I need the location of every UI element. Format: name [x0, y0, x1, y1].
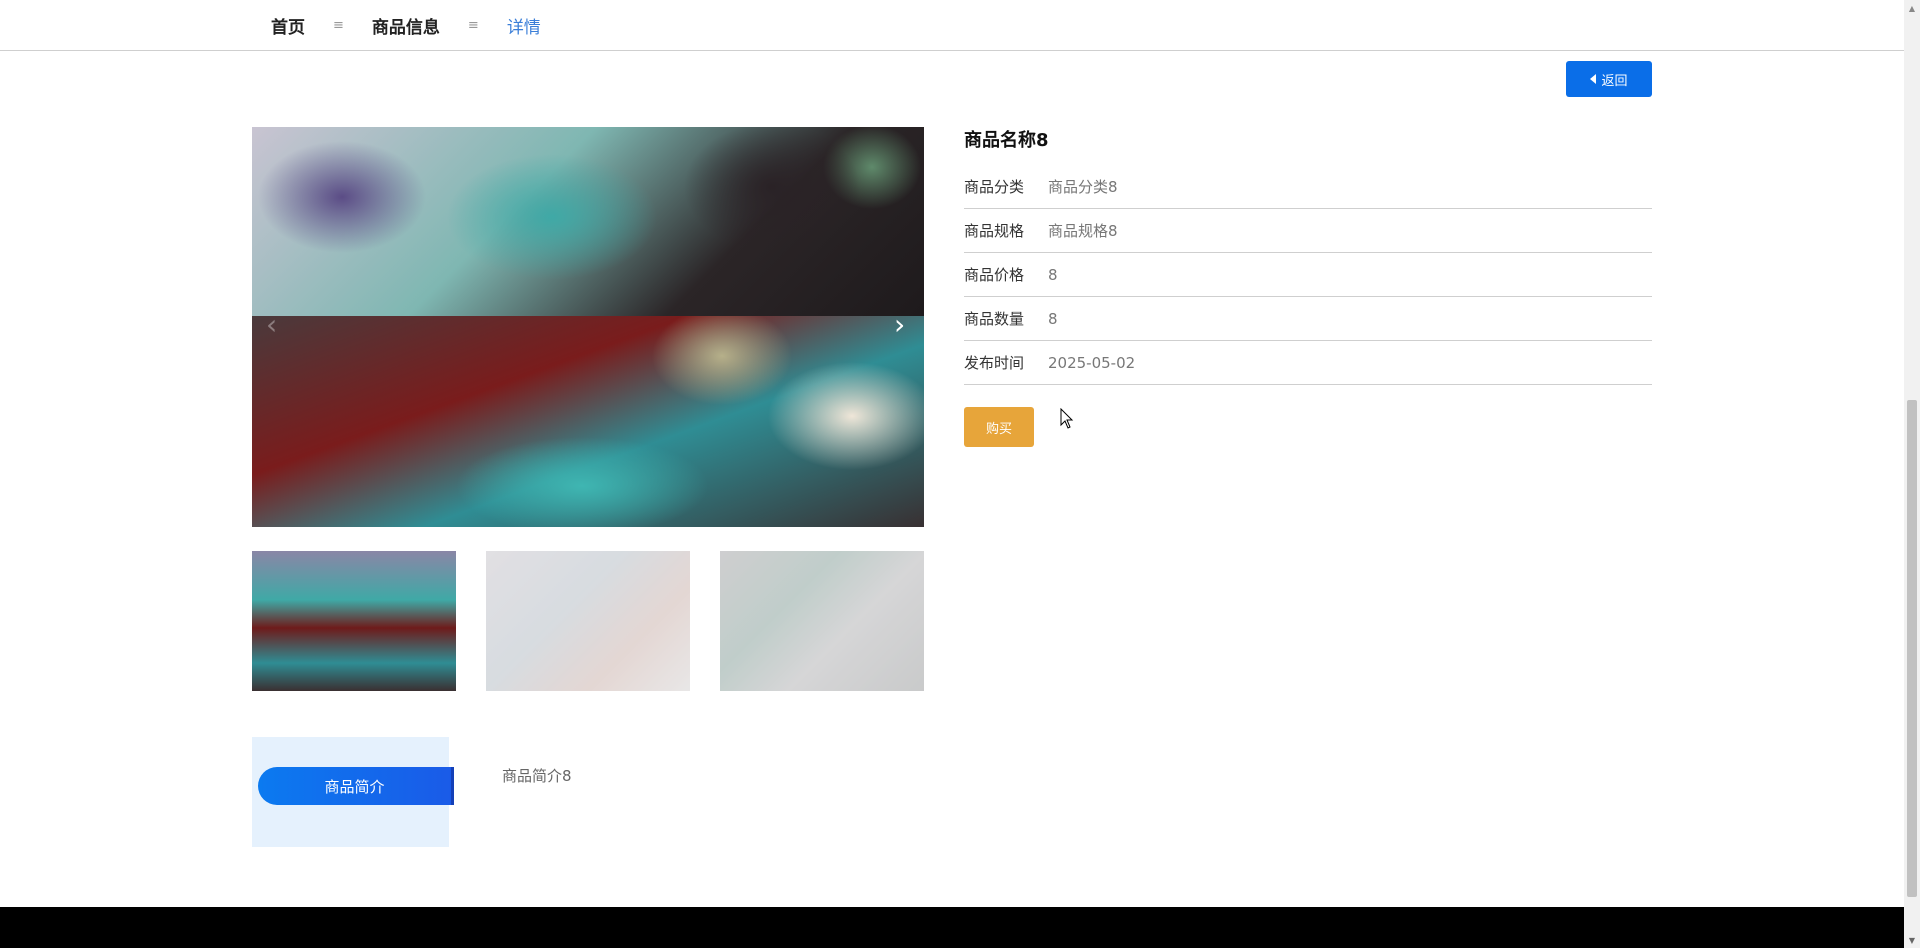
info-value: 商品分类8 [1048, 178, 1118, 196]
thumbnail-2[interactable] [486, 551, 690, 691]
breadcrumb-separator: ≡ [467, 17, 479, 33]
product-name: 商品名称8 [964, 130, 1049, 151]
thumbnail-1[interactable] [252, 551, 456, 691]
info-label: 发布时间 [964, 354, 1025, 372]
info-row-quantity: 商品数量 8 [964, 297, 1652, 341]
thumbnail-3[interactable] [720, 551, 924, 691]
scrollbar-thumb[interactable] [1907, 400, 1917, 897]
carousel-prev-arrow-icon[interactable]: ‹ [266, 311, 277, 339]
info-value: 8 [1048, 265, 1058, 284]
scroll-down-arrow-icon[interactable]: ▼ [1904, 932, 1920, 948]
product-image-carousel: ‹ › [252, 127, 924, 527]
info-value: 商品规格8 [1048, 222, 1118, 240]
back-button-label: 返回 [1601, 73, 1628, 89]
info-row-price: 商品价格 8 [964, 253, 1652, 297]
breadcrumb-bar: 首页 ≡ 商品信息 ≡ 详情 [0, 0, 1904, 51]
scroll-up-arrow-icon[interactable]: ▲ [1904, 0, 1920, 16]
info-label: 商品分类 [964, 178, 1025, 196]
jewelry-box-image [252, 127, 924, 316]
info-row-category: 商品分类 商品分类8 [964, 165, 1652, 209]
breadcrumb-category[interactable]: 商品信息 [372, 13, 440, 38]
caret-left-icon [1590, 74, 1597, 84]
back-button[interactable]: 返回 [1566, 61, 1652, 97]
breadcrumb-separator: ≡ [333, 17, 344, 33]
carousel-next-arrow-icon[interactable]: › [894, 311, 905, 339]
info-label: 商品数量 [964, 310, 1025, 328]
breadcrumb-home[interactable]: 首页 [271, 13, 305, 38]
info-value: 8 [1048, 309, 1058, 328]
info-value: 2025-05-02 [1048, 353, 1136, 372]
tab-product-intro[interactable]: 商品简介 [258, 767, 454, 805]
product-info-panel: 商品名称8 商品分类 商品分类8 商品规格 商品规格8 商品价格 8 商品数量 … [964, 127, 1652, 385]
info-label: 商品价格 [964, 266, 1025, 284]
buy-button[interactable]: 购买 [964, 407, 1034, 447]
breadcrumb-current[interactable]: 详情 [507, 13, 541, 38]
info-row-spec: 商品规格 商品规格8 [964, 209, 1652, 253]
jewelry-box-image-lower [252, 316, 924, 527]
product-intro-content: 商品简介8 [502, 767, 572, 785]
info-label: 商品规格 [964, 222, 1025, 240]
mouse-pointer-icon [1060, 408, 1074, 429]
breadcrumb: 首页 ≡ 商品信息 ≡ 详情 [271, 0, 541, 50]
page-footer [0, 907, 1904, 948]
info-row-publish-time: 发布时间 2025-05-02 [964, 341, 1652, 385]
